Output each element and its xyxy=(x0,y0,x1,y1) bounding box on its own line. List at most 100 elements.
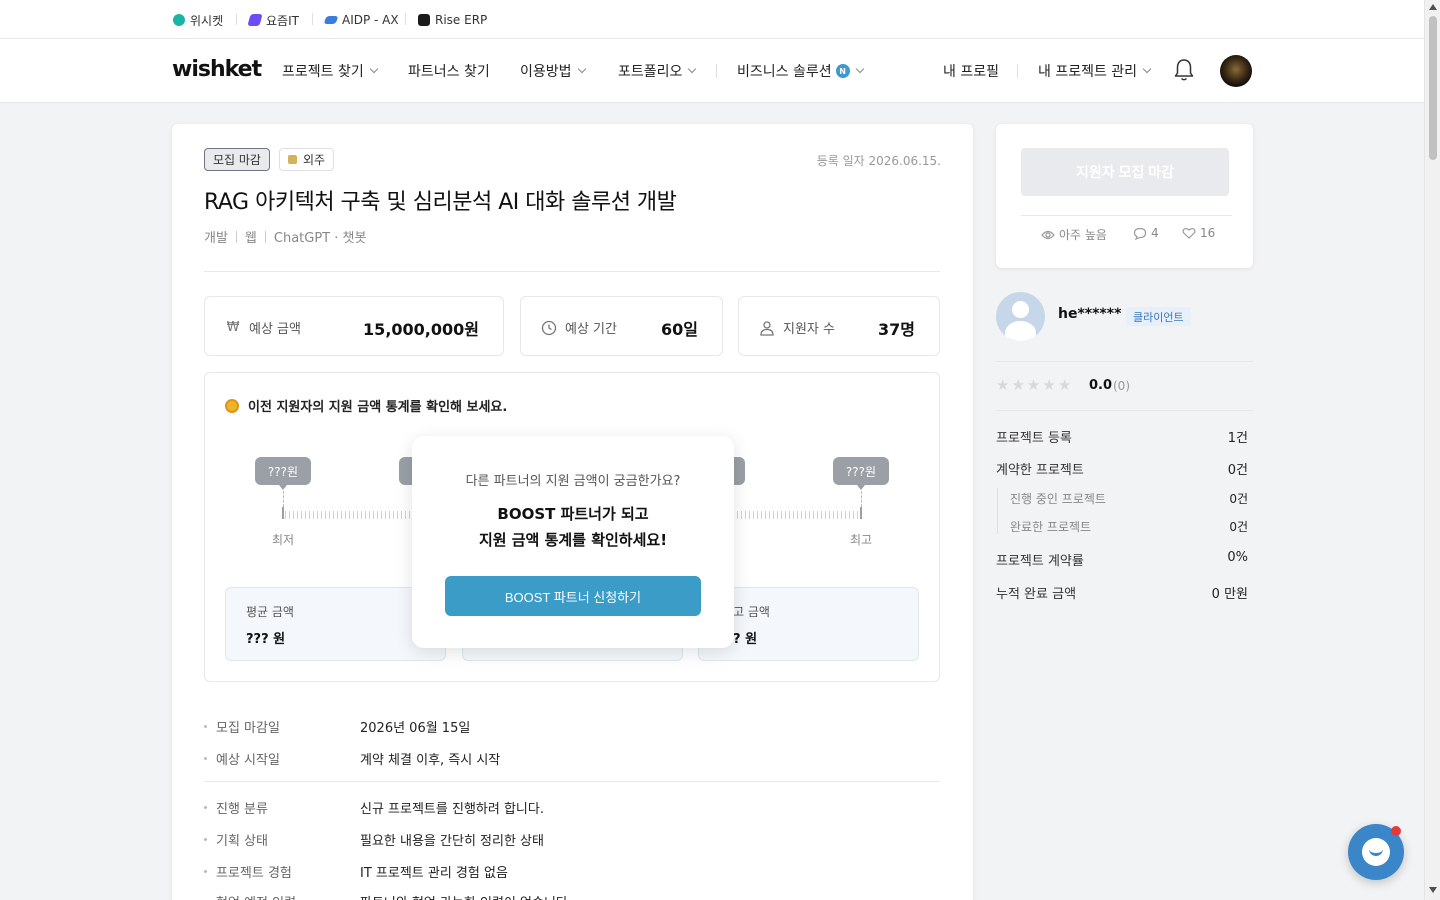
stat-budget: ₩ 예상 금액 15,000,000원 xyxy=(204,296,504,356)
util-link-wishket[interactable]: 위시켓 xyxy=(173,11,223,29)
boost-apply-button[interactable]: BOOST 파트너 신청하기 xyxy=(445,576,701,616)
stat-key: 프로젝트 계약률 xyxy=(996,554,1084,569)
bullet xyxy=(204,806,207,809)
smile-icon xyxy=(1369,848,1383,856)
stat-label-text: 지원자 수 xyxy=(783,322,835,337)
project-type-label: 외주 xyxy=(303,153,326,167)
info-key: 진행 분류 xyxy=(216,802,268,817)
chevron-down-icon xyxy=(855,64,864,74)
divider xyxy=(1021,215,1232,216)
user-avatar[interactable] xyxy=(1220,55,1252,87)
util-link-aidp[interactable]: AIDP - AX xyxy=(323,11,399,29)
boost-question: 다른 파트너의 지원 금액이 궁금한가요? xyxy=(465,474,681,489)
page-title: RAG 아키텍처 구축 및 심리분석 AI 대화 솔루션 개발 xyxy=(204,190,677,215)
like-count-text: 16 xyxy=(1200,226,1216,240)
min-label: 최저 xyxy=(272,533,295,547)
stat-value: 0건 xyxy=(1227,463,1248,478)
wishket-logo-icon xyxy=(173,14,185,26)
nav-label: 이용방법 xyxy=(520,64,572,80)
nav-find-projects[interactable]: 프로젝트 찾기 xyxy=(282,61,378,81)
nav-label: 내 프로필 xyxy=(943,64,999,80)
separator xyxy=(405,13,406,25)
money-bag-icon xyxy=(225,398,239,413)
info-row: 예상 시작일 계약 체결 이후, 즉시 시작 xyxy=(204,749,500,768)
category-breadcrumb: 개발 웹 ChatGPT · 챗봇 xyxy=(204,227,366,246)
bullet xyxy=(204,757,207,760)
info-key: 협업 예정 인력 xyxy=(216,892,360,900)
summary-label: 고 금액 xyxy=(733,605,770,619)
nav-business-solutions[interactable]: 비즈니스 솔루션 N xyxy=(737,61,864,81)
yozmit-logo-icon xyxy=(247,14,263,26)
info-value: 2026년 06월 15일 xyxy=(360,721,471,736)
apply-closed-button[interactable]: 지원자 모집 마감 xyxy=(1021,148,1229,196)
separator xyxy=(312,13,313,25)
new-badge: N xyxy=(835,64,850,78)
separator xyxy=(235,230,237,243)
info-value: 신규 프로젝트를 진행하려 합니다. xyxy=(360,802,544,817)
client-name: he****** xyxy=(1058,306,1122,322)
scroll-up-arrow-icon[interactable] xyxy=(1429,4,1437,10)
apply-card: 지원자 모집 마감 아주 높음 4 16 xyxy=(996,124,1253,268)
stat-label: 예상 기간 xyxy=(541,318,617,337)
stat-value: 0 만원 xyxy=(1211,587,1248,602)
registration-date: 등록 일자 2026.06.15. xyxy=(816,154,941,168)
marker-line xyxy=(861,491,862,507)
max-label: 최고 xyxy=(850,533,873,547)
chevron-down-icon xyxy=(369,64,378,74)
star-icon: ★ xyxy=(1057,376,1072,394)
info-row: 프로젝트 경험 IT 프로젝트 관리 경험 없음 xyxy=(204,862,508,881)
nav-portfolio[interactable]: 포트폴리오 xyxy=(618,61,697,81)
stat-value: 0건 xyxy=(1229,520,1248,534)
stat-key: 누적 완료 금액 xyxy=(996,587,1077,602)
util-link-yozmit[interactable]: 요즘IT xyxy=(247,11,299,29)
hidden-amount-bubble: ???원 xyxy=(255,457,311,490)
stat-value: 15,000,000원 xyxy=(363,320,479,339)
aidp-logo-icon xyxy=(323,16,339,24)
comment-icon xyxy=(1133,227,1147,240)
util-link-label: 위시켓 xyxy=(190,13,224,28)
info-key: 모집 마감일 xyxy=(216,721,280,736)
nav-find-partners[interactable]: 파트너스 찾기 xyxy=(408,61,490,81)
box-icon xyxy=(288,155,297,164)
chevron-down-icon xyxy=(1142,64,1152,74)
chat-support-button[interactable] xyxy=(1348,824,1404,880)
page-scrollbar[interactable] xyxy=(1424,0,1440,900)
stat-label: 지원자 수 xyxy=(759,318,835,337)
scroll-down-arrow-icon[interactable] xyxy=(1429,887,1437,893)
nav-label: 파트너스 찾기 xyxy=(408,64,490,80)
category-label: 개발 xyxy=(204,231,228,246)
stat-value: 0건 xyxy=(1229,492,1248,506)
category-label: ChatGPT · 챗봇 xyxy=(273,231,367,246)
nav-label: 프로젝트 찾기 xyxy=(282,64,364,80)
status-badge: 모집 마감 xyxy=(204,148,270,171)
divider xyxy=(996,361,1253,362)
boost-headline: BOOST 파트너가 되고 xyxy=(497,505,649,523)
nav-my-profile[interactable]: 내 프로필 xyxy=(943,61,999,81)
star-icon: ★ xyxy=(1042,376,1056,394)
star-icon: ★ xyxy=(996,376,1010,394)
bid-heading-text: 이전 지원자의 지원 금액 통계를 확인해 보세요. xyxy=(248,400,508,415)
client-avatar xyxy=(996,292,1045,341)
nav-my-projects[interactable]: 내 프로젝트 관리 xyxy=(1038,61,1152,81)
info-value: 필요한 내용을 간단히 정리한 상태 xyxy=(360,834,544,849)
marker-line xyxy=(283,491,284,507)
info-value: 파트너와 협업 가능한 인력이 없습니다. xyxy=(360,892,572,900)
bell-icon[interactable] xyxy=(1173,58,1195,82)
divider xyxy=(204,781,940,782)
project-type-badge: 외주 xyxy=(279,148,335,171)
avatar-body xyxy=(1005,321,1036,341)
rating-stars: ★ ★ ★ ★ ★ xyxy=(996,377,1073,393)
stat-applicants: 지원자 수 37명 xyxy=(738,296,940,356)
notification-dot xyxy=(1391,826,1401,836)
brand-logo[interactable]: wishket xyxy=(172,57,262,82)
eye-icon xyxy=(1041,230,1055,239)
comment-count-text: 4 xyxy=(1151,226,1159,240)
nav-how-to-use[interactable]: 이용방법 xyxy=(520,61,586,81)
scrollbar-thumb[interactable] xyxy=(1429,16,1437,160)
separator xyxy=(264,230,266,243)
stat-key: 진행 중인 프로젝트 xyxy=(1010,492,1106,506)
stat-value: 60일 xyxy=(661,320,698,339)
util-link-rise-erp[interactable]: Rise ERP xyxy=(418,11,487,29)
like-count[interactable]: 16 xyxy=(1182,226,1215,240)
util-link-label: Rise ERP xyxy=(435,13,488,27)
